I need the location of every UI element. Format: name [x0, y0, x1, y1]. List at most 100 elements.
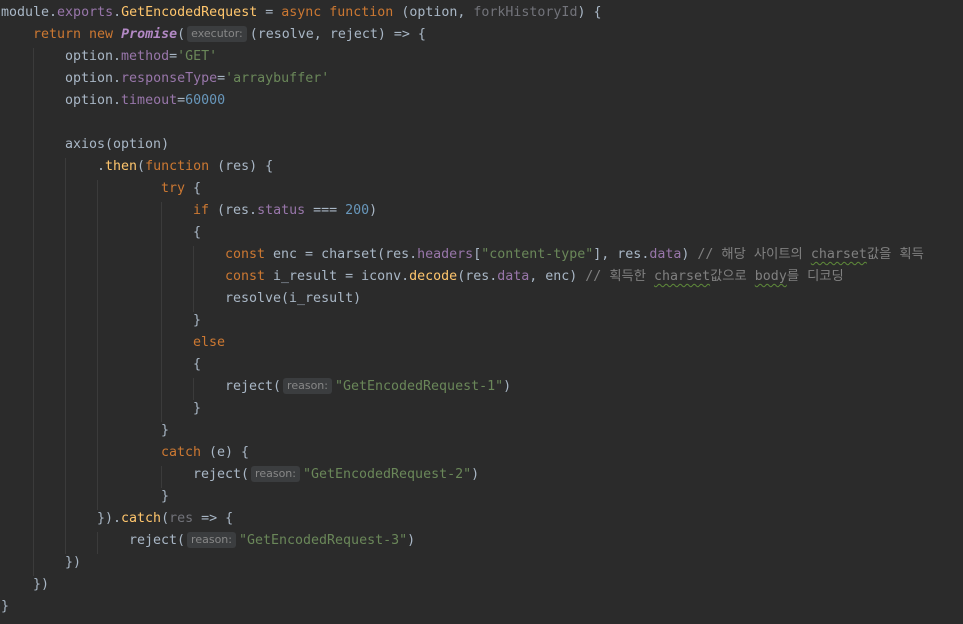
- token: => {: [193, 511, 234, 526]
- token: "GetEncodedRequest-3": [238, 533, 408, 548]
- token: (e) {: [201, 445, 250, 460]
- code-line-5[interactable]: option.timeout=60000: [65, 90, 963, 112]
- code-line-1[interactable]: module.exports.GetEncodedRequest = async…: [1, 2, 963, 24]
- code-line-27[interactable]: }): [33, 574, 963, 596]
- token: =: [169, 49, 178, 64]
- token: catch: [121, 511, 162, 526]
- token: }: [161, 489, 170, 504]
- code-line-12[interactable]: const enc = charset(res.headers["content…: [225, 244, 963, 266]
- token: GetEncodedRequest: [121, 5, 258, 20]
- token: =: [177, 93, 186, 108]
- token: (res.: [209, 203, 258, 218]
- token: .: [97, 159, 106, 174]
- token: const: [225, 269, 266, 284]
- token: option.: [65, 49, 122, 64]
- code-line-16[interactable]: else: [193, 332, 963, 354]
- token: responseType: [121, 71, 218, 86]
- token: "GetEncodedRequest-1": [334, 379, 504, 394]
- code-line-10[interactable]: if (res.status === 200): [193, 200, 963, 222]
- token: catch: [161, 445, 202, 460]
- code-line-13[interactable]: const i_result = iconv.decode(res.data, …: [225, 266, 963, 288]
- token: if: [193, 203, 210, 218]
- code-line-22[interactable]: reject(reason: "GetEncodedRequest-2"): [193, 464, 963, 486]
- comment: 를 디코딩: [786, 269, 844, 284]
- code-line-21[interactable]: catch (e) {: [161, 442, 963, 464]
- token: 60000: [185, 93, 226, 108]
- code-line-11[interactable]: {: [193, 222, 963, 244]
- code-editor[interactable]: module.exports.GetEncodedRequest = async…: [0, 0, 963, 624]
- parameter-hint: reason:: [251, 466, 300, 482]
- token: }).: [97, 511, 122, 526]
- token: timeout: [121, 93, 178, 108]
- token: Promise: [121, 27, 178, 42]
- comment: charset: [654, 269, 711, 284]
- token: module.: [1, 5, 58, 20]
- code-line-26[interactable]: }): [65, 552, 963, 574]
- token: (: [161, 511, 170, 526]
- token: try: [161, 181, 186, 196]
- code-line-23[interactable]: }: [161, 486, 963, 508]
- parameter-hint: reason:: [187, 532, 236, 548]
- code-line-25[interactable]: reject(reason: "GetEncodedRequest-3"): [129, 530, 963, 552]
- token: =: [257, 5, 282, 20]
- token: ): [407, 533, 416, 548]
- token: (resolve, reject) => {: [249, 27, 426, 42]
- token: }): [33, 577, 50, 592]
- token: ): [681, 247, 698, 262]
- code-line-3[interactable]: option.method='GET': [65, 46, 963, 68]
- code-line-20[interactable]: }: [161, 420, 963, 442]
- indent-guide: [193, 246, 194, 312]
- token: axios(option): [65, 137, 170, 152]
- token: }: [193, 313, 202, 328]
- token: data: [649, 247, 682, 262]
- code-line-4[interactable]: option.responseType='arraybuffer': [65, 68, 963, 90]
- token: }: [1, 599, 10, 614]
- token: {: [193, 225, 202, 240]
- token: {: [185, 181, 202, 196]
- token: data: [497, 269, 530, 284]
- code-line-9[interactable]: try {: [161, 178, 963, 200]
- comment: charset: [810, 247, 867, 262]
- token: (: [137, 159, 146, 174]
- token: (: [177, 27, 186, 42]
- token: reject(: [129, 533, 186, 548]
- comment: 값으로: [710, 269, 755, 284]
- token: decode: [409, 269, 458, 284]
- token: resolve(i_result): [225, 291, 362, 306]
- code-line-19[interactable]: }: [193, 398, 963, 420]
- code-line-14[interactable]: resolve(i_result): [225, 288, 963, 310]
- token: return new: [33, 27, 114, 42]
- indent-guide: [161, 202, 162, 422]
- token: reject(: [225, 379, 282, 394]
- token: forkHistoryId: [473, 5, 578, 20]
- token: res: [169, 511, 194, 526]
- token: ): [471, 467, 480, 482]
- token: }: [161, 423, 170, 438]
- token: else: [193, 335, 226, 350]
- code-line-8[interactable]: .then(function (res) {: [97, 156, 963, 178]
- token: 'GET': [177, 49, 218, 64]
- token: (res.: [457, 269, 498, 284]
- code-line-2[interactable]: return new Promise(executor: (resolve, re…: [33, 24, 963, 46]
- comment: // 획득한: [585, 269, 655, 284]
- token: const: [225, 247, 266, 262]
- code-line-24[interactable]: }).catch(res => {: [97, 508, 963, 530]
- code-line-17[interactable]: {: [193, 354, 963, 376]
- token: }): [65, 555, 82, 570]
- code-line-7[interactable]: axios(option): [65, 134, 963, 156]
- code-line-18[interactable]: reject(reason: "GetEncodedRequest-1"): [225, 376, 963, 398]
- indent-guide: [97, 532, 98, 554]
- token: headers: [417, 247, 474, 262]
- token: ): [369, 203, 378, 218]
- token: [: [473, 247, 482, 262]
- token: option.: [65, 71, 122, 86]
- token: .: [113, 5, 122, 20]
- token: 'arraybuffer': [225, 71, 330, 86]
- comment: body: [754, 269, 787, 284]
- code-line-28[interactable]: }: [1, 596, 963, 618]
- token: option.: [65, 93, 122, 108]
- comment: // 해당 사이트의: [697, 247, 811, 262]
- code-line-15[interactable]: }: [193, 310, 963, 332]
- token: status: [257, 203, 306, 218]
